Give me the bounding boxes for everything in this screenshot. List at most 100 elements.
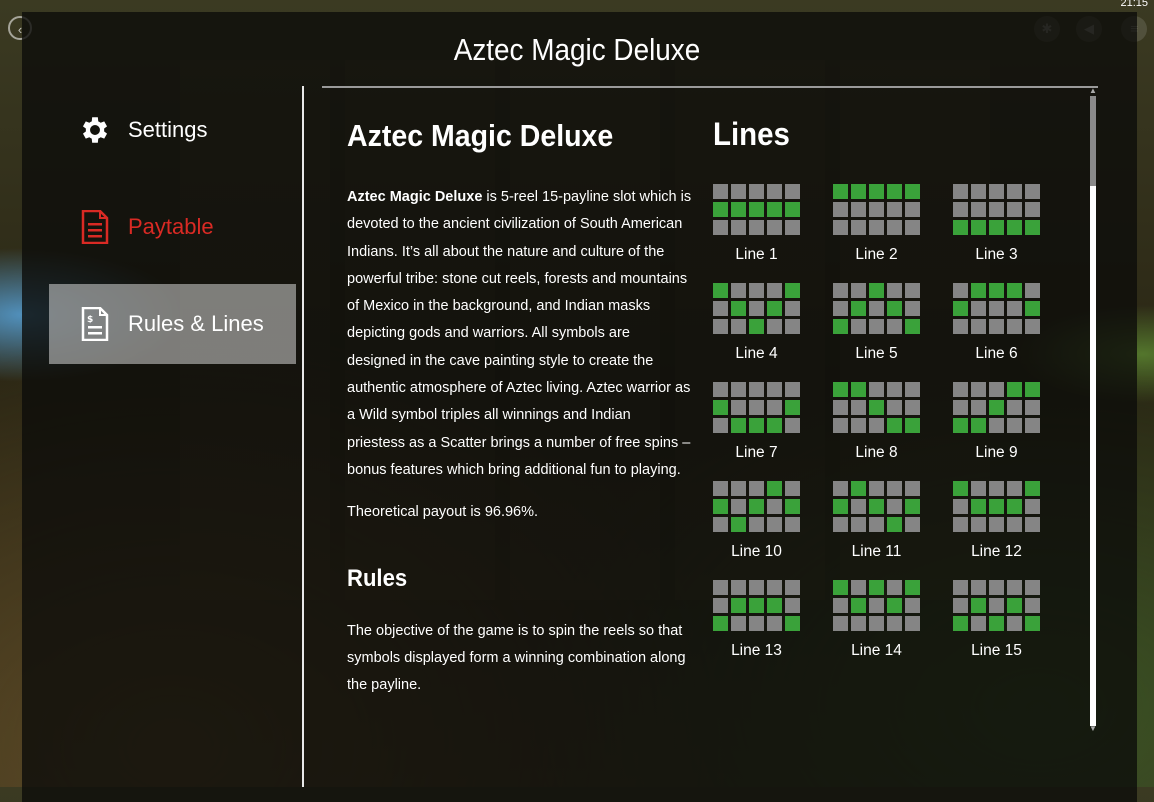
payline-cell-active [869,400,884,415]
payline-item: Line 2 [833,184,921,264]
payline-cell-active [905,418,920,433]
sidebar-item-settings[interactable]: Settings [49,90,296,170]
payline-cell-active [869,283,884,298]
payline-cell [749,481,764,496]
payline-cell-active [767,202,782,217]
payline-cell-active [1025,220,1040,235]
sidebar-divider [302,86,304,787]
payline-cell [971,301,986,316]
payline-label: Line 10 [731,543,782,560]
payline-cell [1025,580,1040,595]
content-scrollbar[interactable]: ▲ ▼ [1088,86,1098,734]
payline-cell [989,481,1004,496]
payline-cell [851,400,866,415]
payline-cell-active [749,499,764,514]
payline-cell [851,283,866,298]
payline-cell [887,283,902,298]
payline-cell [887,202,902,217]
payline-cell-active [785,499,800,514]
payline-cell-active [989,616,1004,631]
payline-cell-active [851,382,866,397]
payline-cell [731,382,746,397]
payline-label: Line 9 [975,444,1018,461]
scroll-thumb[interactable] [1090,96,1096,186]
payline-pattern [713,184,801,235]
payline-pattern [953,382,1041,433]
payline-cell [713,517,728,532]
payline-item: Line 4 [713,283,801,363]
payline-cell [887,499,902,514]
payline-cell [833,418,848,433]
payline-cell-active [851,481,866,496]
payline-cell [887,481,902,496]
document-icon [77,209,113,245]
sidebar-item-paytable[interactable]: Paytable [49,187,296,267]
payline-cell-active [953,418,968,433]
payline-cell [767,184,782,199]
payline-cell [749,301,764,316]
payline-cell [989,301,1004,316]
payline-label: Line 13 [731,642,782,659]
payline-cell-active [833,184,848,199]
payline-cell [953,202,968,217]
payline-cell [713,418,728,433]
payline-label: Line 1 [735,246,778,263]
payline-cell [905,481,920,496]
payline-cell-active [731,301,746,316]
payline-cell-active [869,184,884,199]
payline-cell-active [1025,616,1040,631]
payline-cell [851,202,866,217]
payline-cell [785,517,800,532]
payline-cell [953,184,968,199]
payline-cell-active [833,580,848,595]
payline-cell [905,400,920,415]
payline-cell-active [887,184,902,199]
payline-cell [869,202,884,217]
payline-cell [1007,616,1022,631]
payline-cell [749,400,764,415]
payline-cell [953,283,968,298]
payline-pattern [953,580,1041,631]
payline-cell [833,598,848,613]
payline-cell-active [713,400,728,415]
payline-cell [953,580,968,595]
payline-cell-active [971,220,986,235]
payline-cell [1007,580,1022,595]
payline-cell [767,616,782,631]
payline-cell [731,616,746,631]
payline-cell [749,283,764,298]
rules-text: The objective of the game is to spin the… [347,622,686,694]
payline-cell-active [1025,481,1040,496]
payline-cell [713,382,728,397]
payline-cell [785,319,800,334]
payline-pattern [833,382,921,433]
payline-pattern [713,382,801,433]
payline-cell [1007,184,1022,199]
payline-cell-active [869,580,884,595]
payline-cell-active [953,301,968,316]
payline-cell-active [971,283,986,298]
payline-cell [971,580,986,595]
payline-cell [767,400,782,415]
payline-cell-active [833,382,848,397]
payline-cell [713,220,728,235]
payline-cell-active [1007,598,1022,613]
payline-cell [869,616,884,631]
payline-item: Line 14 [833,580,921,660]
scroll-down-arrow[interactable]: ▼ [1089,724,1097,733]
payline-item: Line 15 [953,580,1041,660]
payline-label: Line 5 [855,345,898,362]
payline-cell [869,598,884,613]
payline-cell [869,301,884,316]
scroll-track[interactable] [1090,96,1096,726]
payline-cell [971,202,986,217]
payline-cell [869,481,884,496]
intro-paragraph: Aztec Magic Deluxe is 5-reel 15-payline … [347,184,692,484]
payline-cell [851,616,866,631]
payline-cell-active [785,283,800,298]
payline-cell [1025,184,1040,199]
sidebar-item-rules-lines[interactable]: $ Rules & Lines [49,284,296,364]
payline-label: Line 4 [735,345,778,362]
scroll-up-arrow[interactable]: ▲ [1089,86,1097,95]
payline-cell [887,580,902,595]
